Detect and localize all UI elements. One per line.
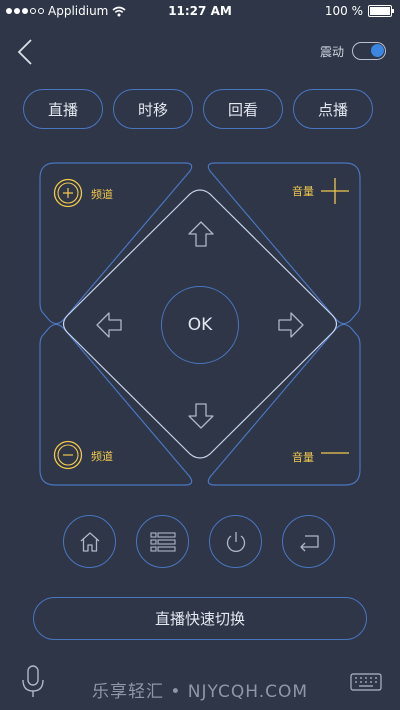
power-button[interactable] <box>209 515 262 568</box>
toggle-knob <box>371 44 384 57</box>
watermark-text: 乐享轻汇 • NJYCQH.COM <box>91 682 309 702</box>
menu-list-icon <box>149 531 176 552</box>
volume-up-label: 音量 <box>292 185 314 198</box>
channel-up-label: 频道 <box>91 188 113 201</box>
channel-up-icon[interactable] <box>53 178 83 208</box>
arrow-left-button[interactable] <box>95 311 123 339</box>
channel-down-label: 频道 <box>91 450 113 463</box>
home-icon <box>80 531 99 552</box>
arrow-down-button[interactable] <box>187 402 215 430</box>
chevron-left-icon <box>17 39 32 65</box>
menu-button[interactable] <box>136 515 189 568</box>
power-icon <box>226 531 245 552</box>
volume-up-icon[interactable] <box>319 176 351 206</box>
keyboard-icon[interactable] <box>350 673 382 691</box>
arrow-right-button[interactable] <box>277 311 305 339</box>
arrow-up-button[interactable] <box>187 220 215 248</box>
vibrate-label: 震动 <box>319 44 344 59</box>
battery-percent: 100 % <box>324 4 363 18</box>
home-button[interactable] <box>63 515 116 568</box>
volume-down-label: 音量 <box>292 451 314 464</box>
live-quick-switch-button[interactable]: 直播快速切换 <box>33 597 367 640</box>
mode-playback-button[interactable]: 回看 <box>203 89 283 129</box>
channel-down-icon[interactable] <box>53 440 83 470</box>
return-button[interactable] <box>282 515 335 568</box>
mode-timeshift-button[interactable]: 时移 <box>113 89 193 129</box>
volume-down-icon[interactable] <box>319 446 351 460</box>
back-button[interactable] <box>14 38 38 66</box>
vibrate-toggle[interactable] <box>352 42 386 60</box>
function-buttons <box>63 515 335 568</box>
return-icon <box>299 534 319 551</box>
mode-vod-button[interactable]: 点播 <box>293 89 373 129</box>
status-bar: Applidium 11:27 AM 100 % <box>0 0 400 22</box>
battery-icon <box>368 5 394 17</box>
status-right: 100 % <box>324 4 394 18</box>
ok-button[interactable]: OK <box>161 286 239 364</box>
mode-live-button[interactable]: 直播 <box>23 89 103 129</box>
mode-tabs: 直播 时移 回看 点播 <box>23 89 373 129</box>
vibrate-setting: 震动 <box>320 42 386 60</box>
remote-pad: OK 频道 频道 音量 音量 <box>35 158 365 490</box>
